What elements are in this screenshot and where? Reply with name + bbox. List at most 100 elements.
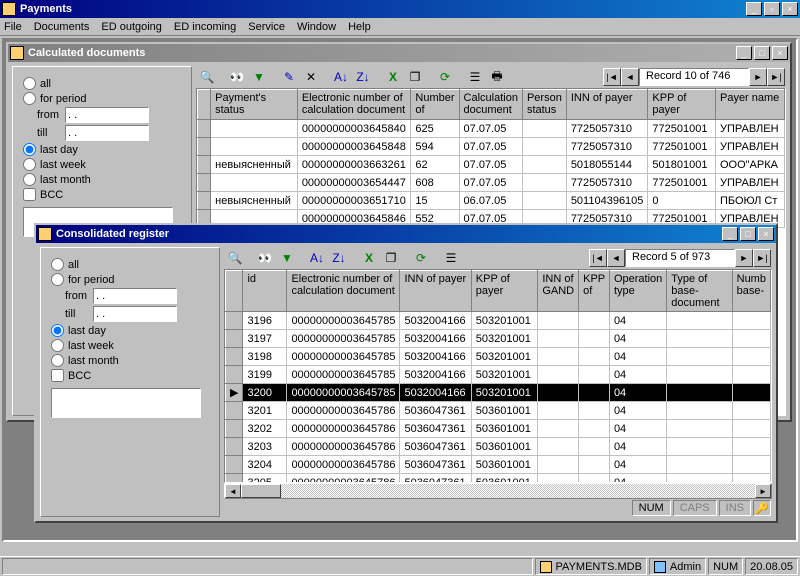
cell[interactable]: невыясненный [211, 156, 298, 174]
cell[interactable]: 503601001 [471, 420, 538, 438]
cell[interactable]: 62 [411, 156, 459, 174]
filter-icon[interactable]: ▼ [249, 67, 269, 87]
table-row[interactable]: 0000000000364584859407.07.05772505731077… [198, 138, 785, 156]
table-row[interactable]: невыясненный000000000036517101506.07.055… [198, 192, 785, 210]
child-maximize-button[interactable]: □ [740, 227, 756, 241]
print-icon[interactable]: 🖶 [487, 67, 507, 87]
column-header[interactable]: Person status [522, 90, 566, 120]
radio-last-day[interactable] [23, 143, 36, 156]
cell[interactable]: 00000000003651710 [297, 192, 411, 210]
cell[interactable] [732, 384, 770, 402]
table-row[interactable]: 0000000000365444760807.07.05772505731077… [198, 174, 785, 192]
nav-last-button[interactable]: ►| [767, 68, 785, 86]
cell[interactable] [667, 312, 732, 330]
cell[interactable] [538, 402, 579, 420]
binoculars-icon[interactable]: 👀 [227, 67, 247, 87]
column-header[interactable]: KPP of payer [471, 271, 538, 312]
radio-last-month[interactable] [23, 173, 36, 186]
radio-for-period[interactable] [51, 273, 64, 286]
cell[interactable] [211, 174, 298, 192]
sort-asc-icon[interactable]: A↓ [307, 248, 327, 268]
column-header[interactable]: Type of base-document [667, 271, 732, 312]
nav-prev-button[interactable]: ◄ [621, 68, 639, 86]
column-header[interactable]: KPP of [579, 271, 610, 312]
properties-icon[interactable]: ☰ [441, 248, 461, 268]
menu-window[interactable]: Window [297, 21, 336, 33]
cell[interactable] [522, 174, 566, 192]
cell[interactable]: 00000000003645786 [287, 474, 400, 484]
cell[interactable]: 04 [609, 456, 666, 474]
copy-icon[interactable]: ❐ [405, 67, 425, 87]
cell[interactable]: 00000000003645785 [287, 312, 400, 330]
cell[interactable] [732, 348, 770, 366]
cell[interactable]: ООО"АРКА [715, 156, 784, 174]
cell[interactable] [667, 366, 732, 384]
cell[interactable]: 04 [609, 384, 666, 402]
cell[interactable]: 5032004166 [400, 384, 471, 402]
cell[interactable]: 5036047361 [400, 420, 471, 438]
cell[interactable]: 608 [411, 174, 459, 192]
search-icon[interactable]: 🔍 [197, 67, 217, 87]
cell[interactable] [732, 420, 770, 438]
input-from[interactable] [65, 107, 149, 123]
cell[interactable] [538, 348, 579, 366]
cell[interactable]: УПРАВЛЕН [715, 174, 784, 192]
data-grid[interactable]: idElectronic number of calculation docum… [224, 269, 772, 483]
radio-all[interactable] [23, 77, 36, 90]
cell[interactable]: 04 [609, 420, 666, 438]
cell[interactable]: 3196 [243, 312, 287, 330]
nav-next-button[interactable]: ► [749, 68, 767, 86]
row-header[interactable] [226, 402, 243, 420]
sort-desc-icon[interactable]: Z↓ [329, 248, 349, 268]
cell[interactable]: 503601001 [471, 438, 538, 456]
cell[interactable]: 04 [609, 402, 666, 420]
cell[interactable]: 00000000003645785 [287, 348, 400, 366]
cell[interactable]: 00000000003654447 [297, 174, 411, 192]
cell[interactable] [538, 312, 579, 330]
cell[interactable]: 503601001 [471, 456, 538, 474]
cell[interactable] [538, 366, 579, 384]
cell[interactable] [538, 330, 579, 348]
cell[interactable]: 04 [609, 366, 666, 384]
check-bcc[interactable] [23, 188, 36, 201]
cell[interactable]: 04 [609, 330, 666, 348]
cell[interactable] [538, 384, 579, 402]
cell[interactable]: 503201001 [471, 330, 538, 348]
input-till[interactable] [93, 306, 177, 322]
table-row[interactable]: 3203000000000036457865036047361503601001… [226, 438, 771, 456]
cell[interactable]: 00000000003663261 [297, 156, 411, 174]
cell[interactable] [579, 474, 610, 484]
cell[interactable] [211, 138, 298, 156]
cell[interactable] [732, 438, 770, 456]
cell[interactable] [538, 438, 579, 456]
cell[interactable]: 503201001 [471, 348, 538, 366]
menu-documents[interactable]: Documents [34, 21, 90, 33]
cell[interactable]: 5036047361 [400, 456, 471, 474]
cell[interactable] [522, 192, 566, 210]
close-button[interactable]: × [782, 2, 798, 16]
cell[interactable] [522, 156, 566, 174]
restore-button[interactable]: ▫ [764, 2, 780, 16]
column-header[interactable]: Operation type [609, 271, 666, 312]
cell[interactable]: 3200 [243, 384, 287, 402]
cell[interactable]: 503601001 [471, 474, 538, 484]
cell[interactable]: 3203 [243, 438, 287, 456]
child-minimize-button[interactable]: _ [722, 227, 738, 241]
cell[interactable] [211, 120, 298, 138]
cell[interactable] [667, 456, 732, 474]
table-row[interactable]: 3201000000000036457865036047361503601001… [226, 402, 771, 420]
cell[interactable]: 00000000003645785 [287, 384, 400, 402]
child-maximize-button[interactable]: □ [754, 46, 770, 60]
radio-last-month[interactable] [51, 354, 64, 367]
cell[interactable]: 5032004166 [400, 330, 471, 348]
nav-first-button[interactable]: |◄ [603, 68, 621, 86]
cell[interactable]: 7725057310 [566, 120, 648, 138]
nav-next-button[interactable]: ► [735, 249, 753, 267]
cell[interactable]: 07.07.05 [459, 174, 522, 192]
cell[interactable]: 00000000003645786 [287, 402, 400, 420]
cell[interactable] [667, 438, 732, 456]
table-row[interactable]: 3202000000000036457865036047361503601001… [226, 420, 771, 438]
cell[interactable]: 3202 [243, 420, 287, 438]
cell[interactable] [667, 420, 732, 438]
row-header[interactable] [226, 456, 243, 474]
